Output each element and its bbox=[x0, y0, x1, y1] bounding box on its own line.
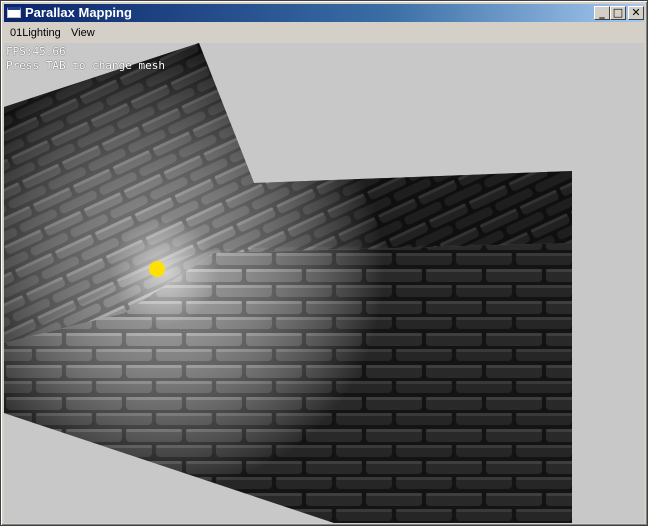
minimize-button[interactable]: _ bbox=[594, 6, 610, 20]
render-viewport[interactable]: FPS:45.66 Press TAB to change mesh bbox=[4, 43, 644, 523]
fps-counter: FPS:45.66 bbox=[6, 45, 66, 58]
menu-bar: 01Lighting View bbox=[4, 24, 644, 42]
light-source bbox=[149, 261, 165, 277]
stone-mesh bbox=[4, 43, 572, 523]
title-bar[interactable]: Parallax Mapping _ □ ✕ bbox=[4, 4, 644, 22]
app-window: Parallax Mapping _ □ ✕ 01Lighting View F… bbox=[0, 0, 648, 526]
maximize-button[interactable]: □ bbox=[610, 6, 626, 20]
menu-view[interactable]: View bbox=[71, 27, 95, 39]
mesh-hint: Press TAB to change mesh bbox=[6, 59, 165, 72]
window-title: Parallax Mapping bbox=[25, 5, 132, 20]
app-icon bbox=[7, 7, 21, 18]
hud-overlay: FPS:45.66 Press TAB to change mesh bbox=[6, 45, 165, 73]
menu-01lighting[interactable]: 01Lighting bbox=[10, 27, 61, 39]
close-button[interactable]: ✕ bbox=[628, 6, 644, 20]
